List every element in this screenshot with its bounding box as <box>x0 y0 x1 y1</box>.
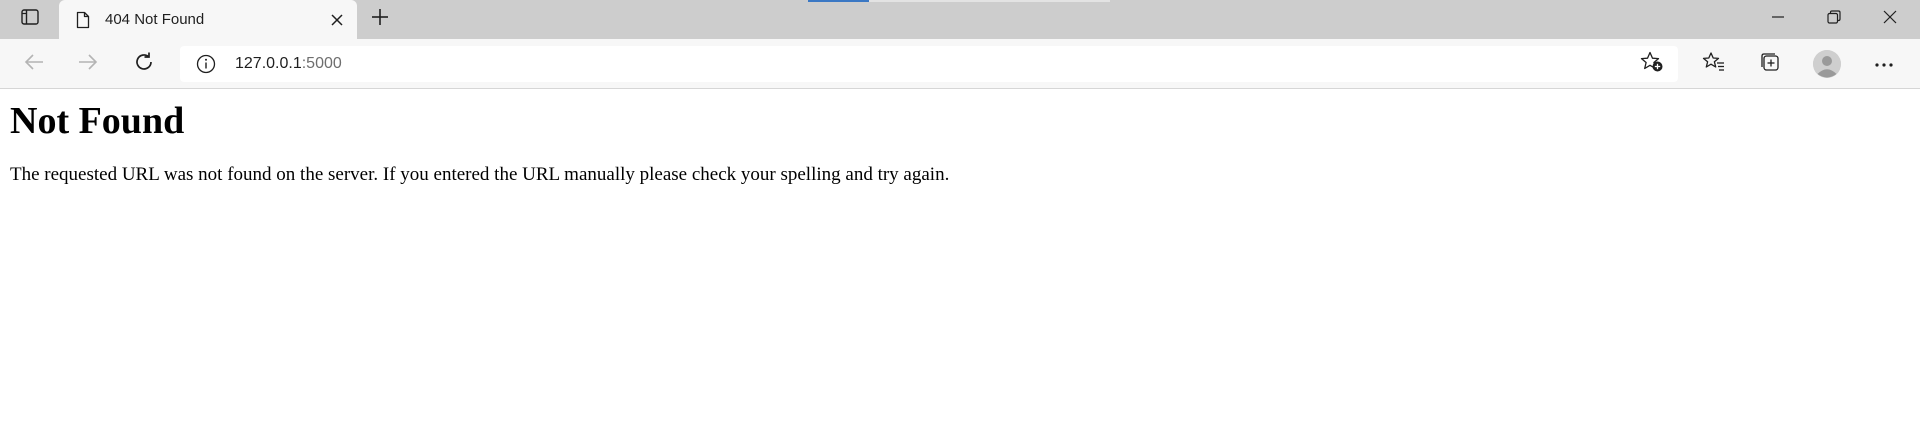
close-icon <box>331 14 343 26</box>
forward-arrow-icon <box>78 53 98 76</box>
minimize-button[interactable] <box>1750 0 1806 39</box>
star-add-icon <box>1640 51 1664 78</box>
active-tab[interactable]: 404 Not Found <box>59 0 357 39</box>
tab-title: 404 Not Found <box>105 11 205 28</box>
collections-button[interactable] <box>1752 47 1788 81</box>
back-arrow-icon <box>24 53 44 76</box>
refresh-button[interactable] <box>126 47 162 81</box>
tab-close-button[interactable] <box>325 8 349 32</box>
tab-strip: 404 Not Found <box>0 0 1920 39</box>
drag-indicator <box>869 0 1110 2</box>
address-bar[interactable]: 127.0.0.1:5000 <box>180 46 1678 82</box>
profile-button[interactable] <box>1809 47 1845 81</box>
add-favorite-button[interactable] <box>1636 48 1668 80</box>
browser-toolbar: 127.0.0.1:5000 <box>0 39 1920 89</box>
favorites-icon <box>1702 51 1726 78</box>
restore-button[interactable] <box>1806 0 1862 39</box>
url-text[interactable]: 127.0.0.1:5000 <box>235 55 342 73</box>
restore-icon <box>1827 10 1841 29</box>
error-message: The requested URL was not found on the s… <box>10 163 950 185</box>
back-button[interactable] <box>16 47 52 81</box>
refresh-icon <box>133 51 155 78</box>
window-close-button[interactable] <box>1862 0 1918 39</box>
drag-indicator-active <box>808 0 869 2</box>
tab-actions-button[interactable] <box>2 0 58 39</box>
plus-icon <box>371 8 389 31</box>
page-content: Not Found The requested URL was not foun… <box>0 90 1920 435</box>
profile-icon <box>1813 50 1841 78</box>
collections-icon <box>1759 51 1781 78</box>
new-tab-button[interactable] <box>352 0 408 39</box>
forward-button[interactable] <box>70 47 106 81</box>
more-button[interactable] <box>1866 47 1902 81</box>
info-icon[interactable] <box>196 54 216 74</box>
close-icon <box>1883 10 1897 29</box>
url-host: 127.0.0.1 <box>235 55 302 72</box>
page-title: Not Found <box>10 100 185 142</box>
url-port: :5000 <box>301 55 342 72</box>
tab-actions-icon <box>21 9 39 30</box>
more-icon <box>1874 55 1894 73</box>
document-icon <box>73 10 93 30</box>
minimize-icon <box>1771 10 1785 29</box>
favorites-button[interactable] <box>1696 47 1732 81</box>
